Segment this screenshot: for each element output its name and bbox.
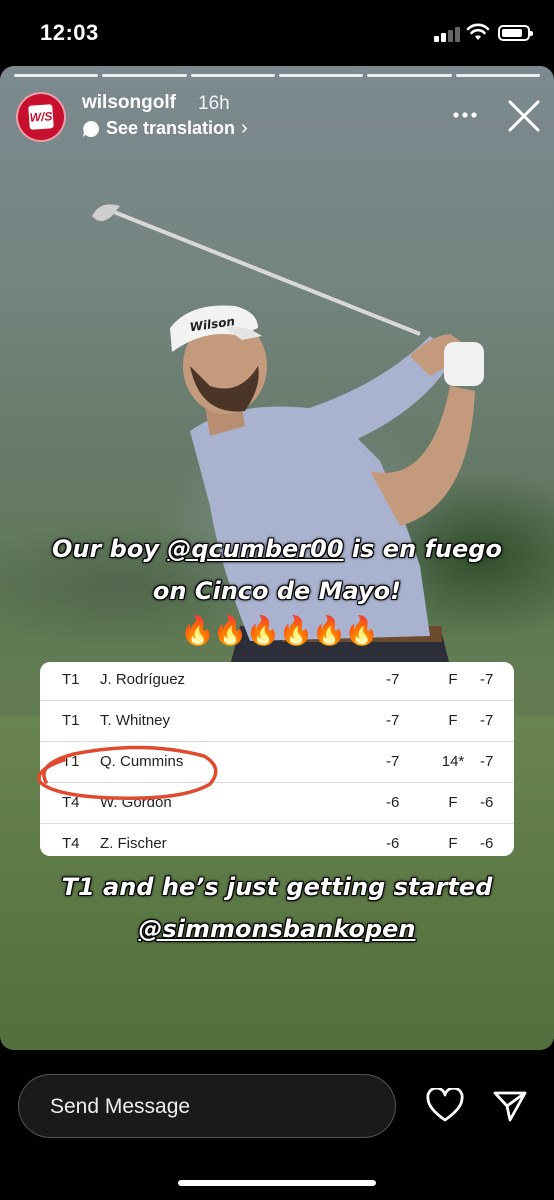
home-indicator[interactable] (178, 1180, 376, 1186)
mention-simmonsbankopen[interactable]: @simmonsbankopen (0, 908, 554, 950)
mention-qcumber00[interactable]: @qcumber00 (167, 535, 343, 563)
caption-bottom: T1 and he’s just getting started @simmon… (0, 866, 554, 950)
total-score-cell: -7 (480, 712, 494, 729)
see-translation-link[interactable]: See translation › (82, 117, 248, 140)
status-bar: 12:03 (0, 0, 554, 66)
battery-icon (498, 25, 533, 41)
caption-top-line2: on Cinco de Mayo! (152, 577, 402, 605)
story-progress-segment (190, 74, 275, 77)
thru-cell: F (448, 835, 458, 852)
player-name-cell: Z. Fischer (100, 835, 167, 852)
leaderboard-row: T4 Z. Fischer -6 F -6 (40, 824, 514, 856)
fire-emoji-row: 🔥🔥🔥🔥🔥🔥 (180, 615, 379, 646)
thru-cell: 14* (441, 753, 465, 770)
today-score-cell: -7 (386, 671, 400, 688)
story-progress-segment (278, 74, 364, 77)
close-icon[interactable] (506, 98, 542, 134)
caption-top: Our boy @qcumber00 is en fuego on Cinco … (0, 528, 554, 612)
total-score-cell: -7 (480, 753, 494, 770)
story-progress-segment (14, 74, 99, 77)
signal-icon (434, 26, 462, 42)
story-progress-segment (367, 74, 452, 77)
position-cell: T4 (62, 835, 80, 852)
today-score-cell: -6 (386, 794, 400, 811)
today-score-cell: -7 (386, 753, 400, 770)
account-username[interactable]: wilsongolf (82, 92, 176, 114)
send-message-placeholder: Send Message (50, 1095, 191, 1118)
more-icon[interactable] (452, 102, 478, 128)
position-cell: T1 (62, 712, 80, 729)
wifi-icon (466, 23, 490, 40)
position-cell: T1 (62, 671, 80, 688)
thru-cell: F (448, 671, 458, 688)
story-progress (14, 74, 540, 77)
clock: 12:03 (40, 20, 99, 45)
caption-bottom-line1: T1 and he’s just getting started (61, 873, 493, 901)
send-message-input[interactable]: Send Message (18, 1074, 396, 1138)
story-viewer[interactable]: Wilson W/S wilsongolf 16h See translatio… (0, 66, 554, 1050)
total-score-cell: -7 (480, 671, 494, 688)
wilson-logo-icon: W/S (28, 104, 54, 130)
today-score-cell: -7 (386, 712, 400, 729)
chevron-right-icon: › (241, 117, 248, 139)
translate-bubble-icon (83, 120, 100, 137)
total-score-cell: -6 (480, 835, 494, 852)
thru-cell: F (448, 794, 458, 811)
today-score-cell: -6 (386, 835, 400, 852)
story-progress-segment (102, 74, 187, 77)
send-icon[interactable] (492, 1088, 528, 1124)
total-score-cell: -6 (480, 794, 494, 811)
player-name-cell: T. Whitney (100, 712, 171, 729)
leaderboard-row: T1 T. Whitney -7 F -7 (40, 701, 514, 742)
heart-icon[interactable] (426, 1088, 464, 1124)
thru-cell: F (448, 712, 458, 729)
see-translation-label: See translation (106, 118, 236, 138)
player-name-cell: J. Rodríguez (100, 671, 186, 688)
story-progress-segment (455, 74, 540, 77)
account-avatar[interactable]: W/S (16, 92, 66, 142)
highlight-circle-annotation (37, 745, 218, 800)
leaderboard-row: T1 J. Rodríguez -7 F -7 (40, 662, 514, 701)
story-age: 16h (198, 93, 230, 114)
